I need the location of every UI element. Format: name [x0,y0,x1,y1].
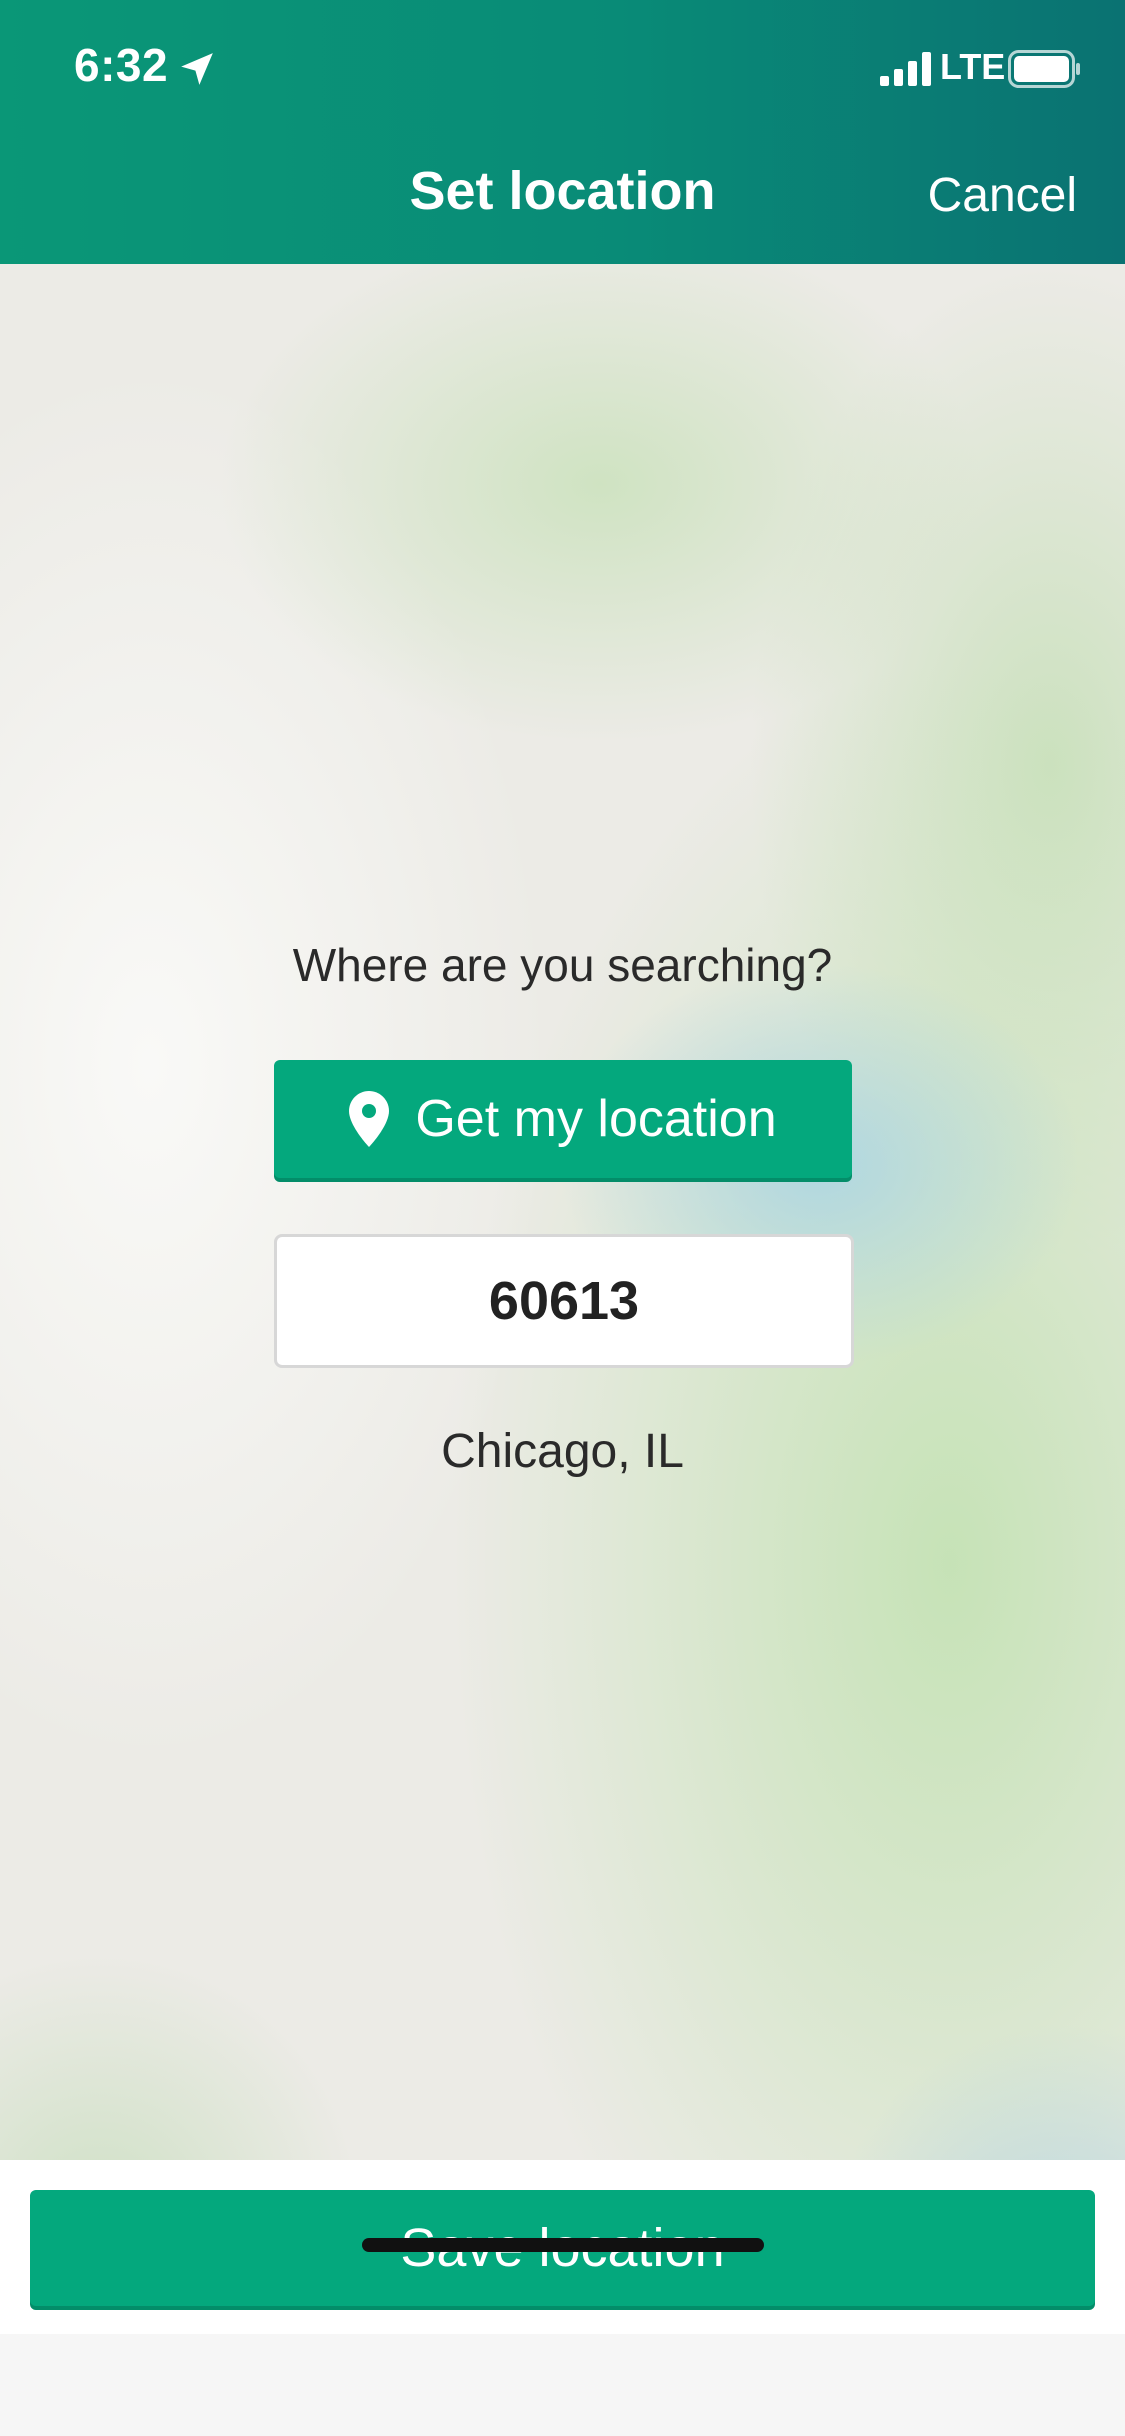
city-label: Chicago, IL [441,1425,684,1478]
top-bar: 6:32 LTE Set location Cancel [0,0,1125,264]
home-indicator[interactable] [362,2238,764,2252]
map-pin-icon [349,1091,390,1147]
bottom-bar: Save location [0,2160,1125,2436]
search-question: Where are you searching? [292,939,833,991]
battery-icon [1008,50,1080,88]
location-panel: Where are you searching? Get my location… [0,264,1125,2160]
location-arrow-icon [181,53,213,85]
cancel-button[interactable]: Cancel [928,168,1077,223]
signal-icon [880,52,931,86]
get-my-location-button[interactable]: Get my location [274,1060,852,1178]
map-background: Where are you searching? Get my location… [0,264,1125,2160]
status-time: 6:32 [74,39,169,91]
zip-code-input[interactable]: 60613 [274,1234,854,1368]
get-my-location-label: Get my location [415,1090,777,1148]
network-type: LTE [940,46,1006,87]
